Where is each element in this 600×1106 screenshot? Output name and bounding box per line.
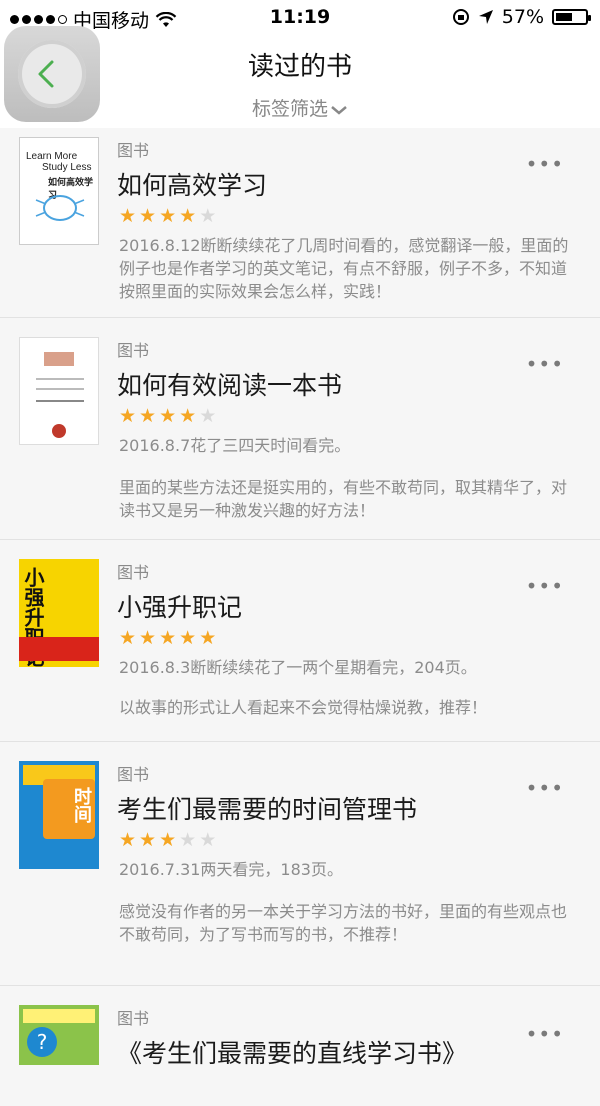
rotation-lock-icon: [452, 9, 469, 25]
rating-stars: ★ ★ ★ ★ ★: [119, 207, 216, 226]
book-note: 里面的某些方法还是挺实用的，有些不敢苟同，取其精华了，对读书又是另一种激发兴趣的…: [119, 478, 568, 520]
list-item[interactable]: 小强升职记 图书 小强升职记 ★ ★ ★ ★ ★ 2016.8.3断断续续花了一两个星期…: [0, 540, 600, 742]
star-filled-icon: ★: [119, 829, 137, 851]
star-filled-icon: ★: [179, 205, 197, 227]
star-filled-icon: ★: [179, 627, 197, 649]
book-note-date: 2016.7.31两天看完，183页。: [119, 860, 343, 879]
rating-stars: ★ ★ ★ ★ ★: [119, 831, 216, 850]
more-options-icon[interactable]: •••: [526, 1022, 564, 1046]
cover-title-line: Learn More: [26, 151, 78, 162]
book-title[interactable]: 如何有效阅读一本书: [117, 366, 342, 402]
book-category: 图书: [117, 563, 150, 582]
book-category: 图书: [117, 141, 150, 160]
cover-title-line: Study Less: [42, 162, 92, 173]
book-list: Learn More Study Less 如何高效学习 图书 如何高效学习 ★…: [0, 128, 600, 1106]
star-filled-icon: ★: [139, 829, 157, 851]
book-category: 图书: [117, 765, 150, 784]
star-filled-icon: ★: [159, 829, 177, 851]
more-options-icon[interactable]: •••: [526, 574, 564, 598]
star-filled-icon: ★: [119, 205, 137, 227]
chevron-down-icon: [330, 98, 348, 120]
book-cover: [19, 337, 99, 445]
star-empty-icon: ★: [199, 829, 217, 851]
star-filled-icon: ★: [119, 405, 137, 427]
book-title[interactable]: 《考生们最需要的直线学习书》: [117, 1034, 467, 1070]
book-cover: 小强升职记: [19, 559, 99, 667]
book-note: 感觉没有作者的另一本关于学习方法的书好，里面的有些观点也不敢苟同，为了写书而写的…: [119, 902, 568, 944]
list-item[interactable]: ? 图书 《考生们最需要的直线学习书》 •••: [0, 986, 600, 1106]
book-title[interactable]: 小强升职记: [117, 588, 242, 624]
rating-stars: ★ ★ ★ ★ ★: [119, 407, 216, 426]
tag-filter-button[interactable]: 标签筛选: [0, 94, 600, 121]
star-empty-icon: ★: [199, 205, 217, 227]
list-item[interactable]: Learn More Study Less 如何高效学习 图书 如何高效学习 ★…: [0, 128, 600, 318]
star-filled-icon: ★: [159, 405, 177, 427]
cover-title: 时间: [71, 787, 92, 823]
book-category: 图书: [117, 341, 150, 360]
star-filled-icon: ★: [139, 405, 157, 427]
list-item[interactable]: 图书 如何有效阅读一本书 ★ ★ ★ ★ ★ 2016.8.7花了三四天时间看完。 里面…: [0, 318, 600, 540]
brain-illustration-icon: [35, 195, 85, 221]
status-right: 57%: [452, 6, 591, 28]
book-cover: 时间: [19, 761, 99, 869]
star-filled-icon: ★: [139, 627, 157, 649]
book-note: 以故事的形式让人看起来不会觉得枯燥说教，推荐！: [119, 698, 488, 717]
tag-filter-label: 标签筛选: [251, 98, 328, 120]
battery-percent: 57%: [501, 6, 544, 28]
star-filled-icon: ★: [159, 205, 177, 227]
book-note-date: 2016.8.3断断续续花了一两个星期看完，204页。: [119, 658, 477, 677]
list-item[interactable]: 时间 图书 考生们最需要的时间管理书 ★ ★ ★ ★ ★ 2016.7.31两天看完，1…: [0, 742, 600, 986]
star-empty-icon: ★: [199, 405, 217, 427]
book-note-date: 2016.8.7花了三四天时间看完。: [119, 436, 351, 455]
battery-icon: [552, 9, 591, 25]
star-empty-icon: ★: [179, 829, 197, 851]
star-filled-icon: ★: [179, 405, 197, 427]
page-title: 读过的书: [247, 52, 352, 82]
more-options-icon[interactable]: •••: [526, 152, 564, 176]
star-filled-icon: ★: [159, 627, 177, 649]
book-category: 图书: [117, 1009, 150, 1028]
star-filled-icon: ★: [119, 627, 137, 649]
nav-header: 读过的书 标签筛选: [0, 26, 600, 128]
book-title[interactable]: 考生们最需要的时间管理书: [117, 790, 417, 826]
book-cover: Learn More Study Less 如何高效学习: [19, 137, 99, 245]
book-title[interactable]: 如何高效学习: [117, 166, 267, 202]
book-note: 2016.8.12断断续续花了几周时间看的，感觉翻译一般，里面的例子也是作者学习…: [119, 236, 569, 301]
rating-stars: ★ ★ ★ ★ ★: [119, 629, 216, 648]
location-icon: [478, 10, 493, 24]
star-filled-icon: ★: [199, 627, 217, 649]
more-options-icon[interactable]: •••: [526, 352, 564, 376]
more-options-icon[interactable]: •••: [526, 776, 564, 800]
star-filled-icon: ★: [139, 205, 157, 227]
book-cover: ?: [19, 1005, 99, 1065]
